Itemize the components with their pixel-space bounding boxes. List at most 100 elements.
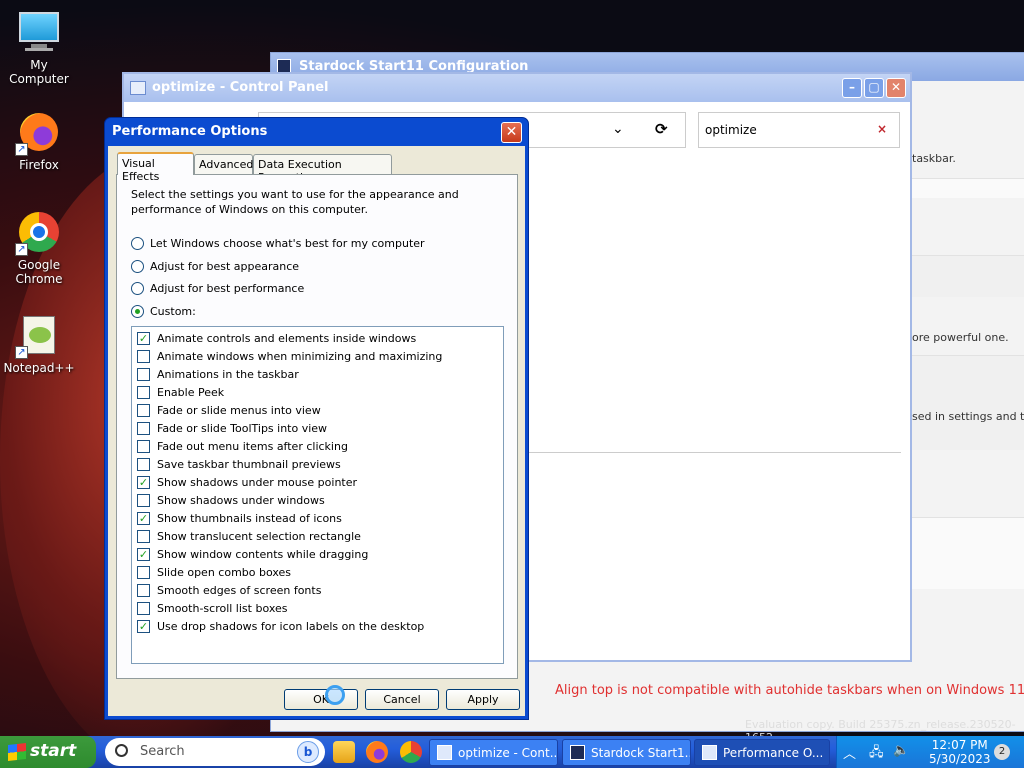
- checkbox[interactable]: ✓: [137, 619, 150, 633]
- performance-options-dialog[interactable]: Performance Options ✕ Visual Effects Adv…: [104, 117, 529, 720]
- stardock-warning: Align top is not compatible with autohid…: [555, 683, 1024, 698]
- radio-button[interactable]: [131, 260, 144, 273]
- radio-custom[interactable]: Custom:: [131, 305, 196, 318]
- stardock-text-taskbar: taskbar.: [912, 152, 956, 165]
- checkbox[interactable]: [137, 367, 150, 381]
- chrome-icon[interactable]: [400, 741, 422, 763]
- control-panel-titlebar[interactable]: optimize - Control Panel – ▢ ✕: [124, 74, 910, 102]
- taskbar-task-control-panel[interactable]: optimize - Cont...: [429, 739, 558, 766]
- option-row[interactable]: Animations in the taskbar: [137, 365, 299, 383]
- checkbox[interactable]: [137, 457, 150, 471]
- divider: [529, 452, 901, 453]
- close-button[interactable]: ✕: [886, 78, 906, 98]
- option-row[interactable]: Show translucent selection rectangle: [137, 527, 361, 545]
- option-row[interactable]: Animate windows when minimizing and maxi…: [137, 347, 442, 365]
- bing-icon[interactable]: b: [297, 741, 319, 763]
- option-row[interactable]: Smooth-scroll list boxes: [137, 599, 288, 617]
- busy-cursor-icon: [325, 685, 345, 705]
- firefox-icon[interactable]: [366, 741, 388, 763]
- radio-best-appearance[interactable]: Adjust for best appearance: [131, 260, 299, 273]
- option-row[interactable]: ✓ Use drop shadows for icon labels on the…: [137, 617, 424, 635]
- taskbar: start Search b optimize - Cont... Stardo…: [0, 736, 1024, 768]
- chevron-up-icon[interactable]: ︿: [843, 743, 856, 762]
- checkbox[interactable]: ✓: [137, 547, 150, 561]
- performance-options-icon: [702, 745, 717, 760]
- option-label: Slide open combo boxes: [157, 565, 292, 579]
- radio-button[interactable]: [131, 282, 144, 295]
- tab-dep[interactable]: Data Execution Prevention: [253, 154, 392, 184]
- chevron-down-icon[interactable]: ⌄: [612, 121, 624, 137]
- checkbox[interactable]: [137, 439, 150, 453]
- option-row[interactable]: Smooth edges of screen fonts: [137, 581, 321, 599]
- start-button[interactable]: start: [0, 736, 96, 768]
- performance-body: Visual Effects Advanced Data Execution P…: [108, 146, 525, 716]
- notepadpp-icon: ↗: [15, 313, 61, 359]
- notifications-badge[interactable]: 2: [994, 744, 1010, 760]
- option-row[interactable]: Save taskbar thumbnail previews: [137, 455, 341, 473]
- desktop-icon-firefox[interactable]: ↗ Firefox: [0, 110, 78, 172]
- option-label: Show window contents while dragging: [157, 547, 369, 561]
- taskbar-task-performance[interactable]: Performance O...: [694, 739, 830, 766]
- visual-effects-list[interactable]: ✓ Animate controls and elements inside wi…: [131, 326, 504, 664]
- control-panel-icon: [130, 81, 146, 95]
- search-value: optimize: [705, 123, 757, 137]
- clock[interactable]: 12:07 PM 5/30/2023: [929, 738, 991, 766]
- desktop-icon-label: Notepad++: [3, 361, 75, 375]
- desktop-icon-notepadpp[interactable]: ↗ Notepad++: [0, 313, 78, 375]
- volume-icon[interactable]: 🔈: [893, 743, 909, 758]
- option-row[interactable]: Show shadows under windows: [137, 491, 325, 509]
- radio-label: Adjust for best appearance: [150, 260, 300, 273]
- tab-visual-effects[interactable]: Visual Effects: [117, 152, 194, 183]
- clear-search-icon[interactable]: ×: [877, 122, 887, 136]
- chrome-icon: ↗: [15, 210, 61, 256]
- checkbox[interactable]: [137, 421, 150, 435]
- option-row[interactable]: Slide open combo boxes: [137, 563, 291, 581]
- checkbox[interactable]: [137, 385, 150, 399]
- option-row[interactable]: ✓ Show shadows under mouse pointer: [137, 473, 357, 491]
- option-row[interactable]: ✓ Show thumbnails instead of icons: [137, 509, 342, 527]
- refresh-icon[interactable]: ⟳: [655, 120, 668, 138]
- maximize-button[interactable]: ▢: [864, 78, 884, 98]
- option-row[interactable]: Fade out menu items after clicking: [137, 437, 348, 455]
- checkbox[interactable]: [137, 349, 150, 363]
- radio-windows-choose[interactable]: Let Windows choose what's best for my co…: [131, 237, 425, 250]
- desktop-icon-my-computer[interactable]: My Computer: [0, 10, 78, 86]
- checkbox[interactable]: [137, 529, 150, 543]
- option-row[interactable]: ✓ Show window contents while dragging: [137, 545, 368, 563]
- file-explorer-icon[interactable]: [333, 741, 355, 763]
- search-input[interactable]: optimize ×: [698, 112, 900, 148]
- task-label: Stardock Start1...: [591, 746, 691, 760]
- radio-button[interactable]: [131, 305, 144, 318]
- option-label: Smooth edges of screen fonts: [157, 583, 322, 597]
- apply-button[interactable]: Apply: [446, 689, 520, 710]
- option-row[interactable]: Enable Peek: [137, 383, 224, 401]
- checkbox[interactable]: [137, 403, 150, 417]
- desktop-icon-label: Firefox: [19, 158, 59, 172]
- option-row[interactable]: ✓ Animate controls and elements inside wi…: [137, 329, 416, 347]
- radio-best-performance[interactable]: Adjust for best performance: [131, 282, 304, 295]
- minimize-button[interactable]: –: [842, 78, 862, 98]
- checkbox[interactable]: [137, 493, 150, 507]
- radio-button[interactable]: [131, 237, 144, 250]
- checkbox[interactable]: [137, 601, 150, 615]
- performance-titlebar[interactable]: Performance Options ✕: [105, 118, 528, 146]
- tab-advanced[interactable]: Advanced: [194, 154, 253, 174]
- checkbox[interactable]: [137, 565, 150, 579]
- ok-button[interactable]: OK: [284, 689, 358, 710]
- checkbox[interactable]: ✓: [137, 511, 150, 525]
- option-label: Show shadows under mouse pointer: [157, 475, 358, 489]
- checkbox[interactable]: ✓: [137, 331, 150, 345]
- cancel-button[interactable]: Cancel: [365, 689, 439, 710]
- radio-label: Custom:: [150, 305, 196, 318]
- checkbox[interactable]: ✓: [137, 475, 150, 489]
- close-button[interactable]: ✕: [501, 122, 522, 143]
- shortcut-arrow-icon: ↗: [15, 243, 28, 256]
- desktop-icon-chrome[interactable]: ↗ Google Chrome: [0, 210, 78, 286]
- network-icon[interactable]: 🖧: [869, 743, 884, 765]
- checkbox[interactable]: [137, 583, 150, 597]
- option-label: Animate controls and elements inside win…: [157, 331, 417, 345]
- taskbar-task-stardock[interactable]: Stardock Start1...: [562, 739, 691, 766]
- option-row[interactable]: Fade or slide menus into view: [137, 401, 321, 419]
- option-row[interactable]: Fade or slide ToolTips into view: [137, 419, 327, 437]
- taskbar-search[interactable]: Search b: [105, 738, 325, 766]
